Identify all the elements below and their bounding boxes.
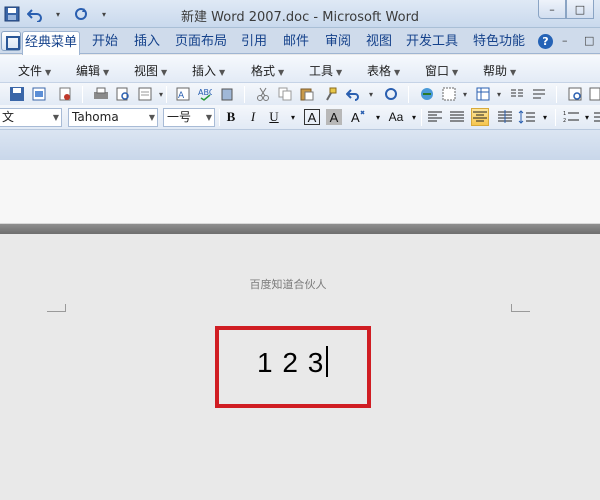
spelling-icon[interactable]: ABC xyxy=(196,85,214,103)
svg-text:A: A xyxy=(178,91,185,101)
tab-view[interactable]: 视图 xyxy=(363,31,395,53)
line-spacing-dropdown-icon[interactable]: ▾ xyxy=(536,108,554,126)
border-dropdown-icon[interactable]: ▾ xyxy=(456,85,474,103)
bullets-icon[interactable] xyxy=(590,108,600,126)
menu-table[interactable]: 表格 ▼ xyxy=(367,62,400,79)
undo-icon[interactable] xyxy=(344,85,362,103)
title-bar: ▾ ▾ 新建 Word 2007.doc - Microsoft Word – … xyxy=(0,0,600,28)
menu-edit[interactable]: 编辑 ▼ xyxy=(76,62,109,79)
ribbon-tabs: 经典菜单 开始 插入 页面布局 引用 邮件 审阅 视图 开发工具 特色功能 ? … xyxy=(0,28,600,55)
view-dropdown-icon[interactable]: ▾ xyxy=(152,85,170,103)
tab-references[interactable]: 引用 xyxy=(238,31,270,53)
menu-window[interactable]: 窗口 ▼ xyxy=(425,62,458,79)
tab-page-layout[interactable]: 页面布局 xyxy=(172,31,230,53)
ruler-area xyxy=(0,160,600,224)
distributed-icon[interactable] xyxy=(496,108,514,126)
ribbon-bottom-edge xyxy=(0,130,600,160)
window-split-bar xyxy=(0,224,600,234)
style-combo[interactable]: 文 ▼ xyxy=(0,108,62,127)
tab-special-features[interactable]: 特色功能 xyxy=(470,31,528,53)
font-combo[interactable]: Tahoma ▼ xyxy=(68,108,158,127)
menu-insert[interactable]: 插入 ▼ xyxy=(192,62,225,79)
bold-button[interactable]: B xyxy=(222,108,240,126)
svg-text:1: 1 xyxy=(563,111,566,117)
app-icon[interactable] xyxy=(1,31,21,51)
table-dropdown-icon[interactable]: ▾ xyxy=(490,85,508,103)
character-border-button[interactable]: A xyxy=(304,109,320,125)
hyperlink-icon[interactable] xyxy=(418,85,436,103)
margin-corner-right xyxy=(511,304,530,312)
svg-text:A: A xyxy=(351,110,360,125)
separator xyxy=(244,86,245,103)
separator xyxy=(408,86,409,103)
document-body[interactable]: 1 2 3 xyxy=(257,346,329,379)
permission-icon[interactable] xyxy=(56,85,74,103)
align-left-icon[interactable] xyxy=(426,108,444,126)
separator xyxy=(421,109,422,126)
underline-button[interactable]: U xyxy=(265,108,283,126)
menu-format[interactable]: 格式 ▼ xyxy=(251,62,284,79)
menu-file[interactable]: 文件 ▼ xyxy=(18,62,51,79)
tab-review[interactable]: 审阅 xyxy=(322,31,354,53)
italic-button[interactable]: I xyxy=(244,108,262,126)
standard-toolbar: ▾ A ABC ▾ ▾ ▾ xyxy=(0,83,600,105)
text-effect-icon[interactable]: A xyxy=(350,108,368,126)
underline-dropdown-icon[interactable]: ▾ xyxy=(284,108,302,126)
tab-insert[interactable]: 插入 xyxy=(131,31,163,53)
text-cursor xyxy=(326,346,329,377)
separator xyxy=(555,109,556,126)
svg-text:2: 2 xyxy=(563,118,566,124)
minimize-button[interactable]: – xyxy=(538,0,566,19)
separator xyxy=(219,109,220,126)
undo-dropdown-icon[interactable]: ▾ xyxy=(362,85,380,103)
redo-icon[interactable] xyxy=(382,85,400,103)
document-page[interactable]: 百度知道合伙人 1 2 3 xyxy=(0,234,600,500)
save-icon[interactable] xyxy=(8,85,26,103)
more-tools-icon[interactable] xyxy=(586,85,600,103)
separator xyxy=(82,86,83,103)
document-map-icon[interactable] xyxy=(566,85,584,103)
cut-icon[interactable] xyxy=(254,85,272,103)
doc-minimize-button[interactable]: – xyxy=(562,34,568,47)
reference-icon[interactable] xyxy=(218,85,236,103)
menu-view[interactable]: 视图 ▼ xyxy=(134,62,167,79)
character-shading-button[interactable]: A xyxy=(326,109,342,125)
columns-icon[interactable] xyxy=(508,85,526,103)
align-center-icon[interactable] xyxy=(471,108,489,126)
research-icon[interactable]: A xyxy=(174,85,192,103)
paste-icon[interactable] xyxy=(298,85,316,103)
tab-classic-menu[interactable]: 经典菜单 xyxy=(22,31,80,55)
print-icon[interactable] xyxy=(92,85,110,103)
window-title: 新建 Word 2007.doc - Microsoft Word xyxy=(181,10,419,25)
line-spacing-icon[interactable] xyxy=(518,108,536,126)
classic-menu-bar: 文件 ▼ 编辑 ▼ 视图 ▼ 插入 ▼ 格式 ▼ 工具 ▼ 表格 ▼ 窗口 ▼ 帮助 ▼ xyxy=(0,55,600,83)
drawing-icon[interactable] xyxy=(530,85,548,103)
font-size-combo[interactable]: 一号 ▼ xyxy=(163,108,215,127)
separator xyxy=(556,86,557,103)
format-painter-icon[interactable] xyxy=(322,85,340,103)
doc-maximize-button[interactable]: □ xyxy=(584,34,594,47)
justify-icon[interactable] xyxy=(448,108,466,126)
tab-mailings[interactable]: 邮件 xyxy=(280,31,312,53)
menu-tools[interactable]: 工具 ▼ xyxy=(309,62,342,79)
help-icon[interactable]: ? xyxy=(538,34,553,49)
tab-developer[interactable]: 开发工具 xyxy=(403,31,461,53)
copy-icon[interactable] xyxy=(276,85,294,103)
tab-home[interactable]: 开始 xyxy=(88,31,122,53)
maximize-button[interactable]: □ xyxy=(566,0,594,19)
menu-help[interactable]: 帮助 ▼ xyxy=(483,62,516,79)
separator xyxy=(166,86,167,103)
print-preview-icon[interactable] xyxy=(114,85,132,103)
page-header: 百度知道合伙人 xyxy=(249,278,327,291)
open-icon[interactable] xyxy=(30,85,48,103)
margin-corner-left xyxy=(47,304,66,312)
